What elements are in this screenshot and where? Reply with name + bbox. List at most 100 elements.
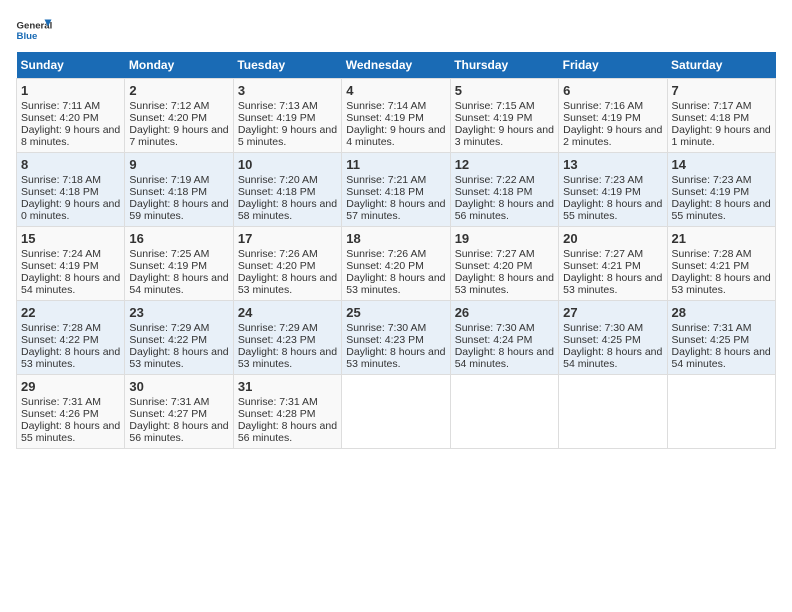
sunrise-text: Sunrise: 7:29 AM <box>129 322 209 334</box>
calendar-cell: 23Sunrise: 7:29 AMSunset: 4:22 PMDayligh… <box>125 301 233 375</box>
calendar-cell: 4Sunrise: 7:14 AMSunset: 4:19 PMDaylight… <box>342 79 450 153</box>
header-day-friday: Friday <box>559 52 667 79</box>
sunset-text: Sunset: 4:18 PM <box>238 186 316 198</box>
daylight-text: Daylight: 8 hours and 53 minutes. <box>21 346 120 370</box>
svg-text:Blue: Blue <box>17 31 38 42</box>
sunset-text: Sunset: 4:18 PM <box>672 112 750 124</box>
sunset-text: Sunset: 4:24 PM <box>455 334 533 346</box>
calendar-cell: 5Sunrise: 7:15 AMSunset: 4:19 PMDaylight… <box>450 79 558 153</box>
header-day-wednesday: Wednesday <box>342 52 450 79</box>
daylight-text: Daylight: 8 hours and 53 minutes. <box>672 272 771 296</box>
calendar-cell: 18Sunrise: 7:26 AMSunset: 4:20 PMDayligh… <box>342 227 450 301</box>
sunrise-text: Sunrise: 7:27 AM <box>455 248 535 260</box>
sunrise-text: Sunrise: 7:16 AM <box>563 100 643 112</box>
sunrise-text: Sunrise: 7:17 AM <box>672 100 752 112</box>
header: General Blue <box>16 16 776 44</box>
sunrise-text: Sunrise: 7:22 AM <box>455 174 535 186</box>
sunset-text: Sunset: 4:20 PM <box>129 112 207 124</box>
daylight-text: Daylight: 8 hours and 54 minutes. <box>455 346 554 370</box>
daylight-text: Daylight: 8 hours and 53 minutes. <box>455 272 554 296</box>
sunset-text: Sunset: 4:21 PM <box>672 260 750 272</box>
sunset-text: Sunset: 4:18 PM <box>21 186 99 198</box>
sunrise-text: Sunrise: 7:23 AM <box>672 174 752 186</box>
calendar-cell <box>342 375 450 449</box>
day-number: 12 <box>455 157 554 172</box>
calendar-cell: 6 Sunrise: 7:16 AMSunset: 4:19 PMDaylight… <box>559 79 667 153</box>
sunset-text: Sunset: 4:18 PM <box>129 186 207 198</box>
calendar-cell: 17 Sunrise: 7:26 AMSunset: 4:20 PMDayligh… <box>233 227 341 301</box>
sunset-text: Sunset: 4:19 PM <box>563 112 641 124</box>
sunrise-text: Sunrise: 7:11 AM <box>21 100 100 112</box>
day-number: 22 <box>21 305 120 320</box>
calendar-cell: 19Sunrise: 7:27 AMSunset: 4:20 PMDayligh… <box>450 227 558 301</box>
calendar-header: SundayMondayTuesdayWednesdayThursdayFrid… <box>17 52 776 79</box>
sunrise-text: Sunrise: 7:31 AM <box>672 322 752 334</box>
day-number: 9 <box>129 157 228 172</box>
day-number: 17 <box>238 231 337 246</box>
day-number: 24 <box>238 305 337 320</box>
day-number: 27 <box>563 305 662 320</box>
calendar-week-3: 15Sunrise: 7:24 AMSunset: 4:19 PMDayligh… <box>17 227 776 301</box>
sunset-text: Sunset: 4:19 PM <box>129 260 207 272</box>
sunset-text: Sunset: 4:19 PM <box>346 112 424 124</box>
day-number: 11 <box>346 157 445 172</box>
day-number: 26 <box>455 305 554 320</box>
calendar-cell: 12Sunrise: 7:22 AMSunset: 4:18 PMDayligh… <box>450 153 558 227</box>
calendar-cell: 13Sunrise: 7:23 AMSunset: 4:19 PMDayligh… <box>559 153 667 227</box>
calendar-week-5: 29 Sunrise: 7:31 AMSunset: 4:26 PM Dayligh… <box>17 375 776 449</box>
day-number: 2 <box>129 83 228 98</box>
calendar-cell <box>667 375 775 449</box>
calendar-week-2: 8Sunrise: 7:18 AMSunset: 4:18 PMDaylight… <box>17 153 776 227</box>
calendar-cell: 16 Sunrise: 7:25 AMSunset: 4:19 PMDayligh… <box>125 227 233 301</box>
daylight-text: Daylight: 8 hours and 56 minutes. <box>129 420 228 444</box>
sunrise-text: Sunrise: 7:25 AM <box>129 248 209 260</box>
day-number: 21 <box>672 231 771 246</box>
calendar-cell: 10Sunrise: 7:20 AMSunset: 4:18 PMDayligh… <box>233 153 341 227</box>
sunrise-text: Sunrise: 7:30 AM <box>346 322 426 334</box>
calendar-cell: 22 Sunrise: 7:28 AMSunset: 4:22 PMDayligh… <box>17 301 125 375</box>
daylight-text: Daylight: 8 hours and 55 minutes. <box>672 198 771 222</box>
day-number: 23 <box>129 305 228 320</box>
sunset-text: Sunset: 4:20 PM <box>238 260 316 272</box>
day-number: 25 <box>346 305 445 320</box>
daylight-text: Daylight: 9 hours and 2 minutes. <box>563 124 662 148</box>
sunrise-text: Sunrise: 7:23 AM <box>563 174 643 186</box>
sunset-text: Sunset: 4:25 PM <box>672 334 750 346</box>
logo-icon: General Blue <box>16 16 52 44</box>
sunrise-text: Sunrise: 7:31 AM <box>21 396 101 408</box>
day-number: 6 <box>563 83 662 98</box>
header-row: SundayMondayTuesdayWednesdayThursdayFrid… <box>17 52 776 79</box>
daylight-text: Daylight: 8 hours and 59 minutes. <box>129 198 228 222</box>
sunset-text: Sunset: 4:20 PM <box>346 260 424 272</box>
daylight-text: Daylight: 8 hours and 53 minutes. <box>346 346 445 370</box>
daylight-text: Daylight: 8 hours and 53 minutes. <box>346 272 445 296</box>
sunset-text: Sunset: 4:23 PM <box>238 334 316 346</box>
sunrise-text: Sunrise: 7:13 AM <box>238 100 318 112</box>
calendar-week-1: 1Sunrise: 7:11 AMSunset: 4:20 PMDaylight… <box>17 79 776 153</box>
header-day-tuesday: Tuesday <box>233 52 341 79</box>
day-number: 29 <box>21 379 120 394</box>
daylight-text: Daylight: 8 hours and 53 minutes. <box>238 272 337 296</box>
sunrise-text: Sunrise: 7:21 AM <box>346 174 426 186</box>
sunset-text: Sunset: 4:22 PM <box>21 334 99 346</box>
daylight-text: Daylight: 8 hours and 53 minutes. <box>238 346 337 370</box>
sunrise-text: Sunrise: 7:28 AM <box>21 322 101 334</box>
calendar-cell <box>450 375 558 449</box>
day-number: 30 <box>129 379 228 394</box>
sunrise-text: Sunrise: 7:18 AM <box>21 174 101 186</box>
sunset-text: Sunset: 4:26 PM <box>21 408 99 420</box>
sunrise-text: Sunrise: 7:26 AM <box>238 248 318 260</box>
header-day-monday: Monday <box>125 52 233 79</box>
daylight-text: Daylight: 8 hours and 54 minutes. <box>129 272 228 296</box>
calendar-cell: 24Sunrise: 7:29 AMSunset: 4:23 PMDayligh… <box>233 301 341 375</box>
calendar-cell: 30Sunrise: 7:31 AMSunset: 4:27 PMDayligh… <box>125 375 233 449</box>
calendar-table: SundayMondayTuesdayWednesdayThursdayFrid… <box>16 52 776 449</box>
daylight-text: Daylight: 8 hours and 56 minutes. <box>455 198 554 222</box>
day-number: 15 <box>21 231 120 246</box>
day-number: 14 <box>672 157 771 172</box>
calendar-cell: 25Sunrise: 7:30 AMSunset: 4:23 PMDayligh… <box>342 301 450 375</box>
day-number: 7 <box>672 83 771 98</box>
sunrise-text: Sunrise: 7:19 AM <box>129 174 209 186</box>
day-number: 16 <box>129 231 228 246</box>
sunset-text: Sunset: 4:19 PM <box>672 186 750 198</box>
